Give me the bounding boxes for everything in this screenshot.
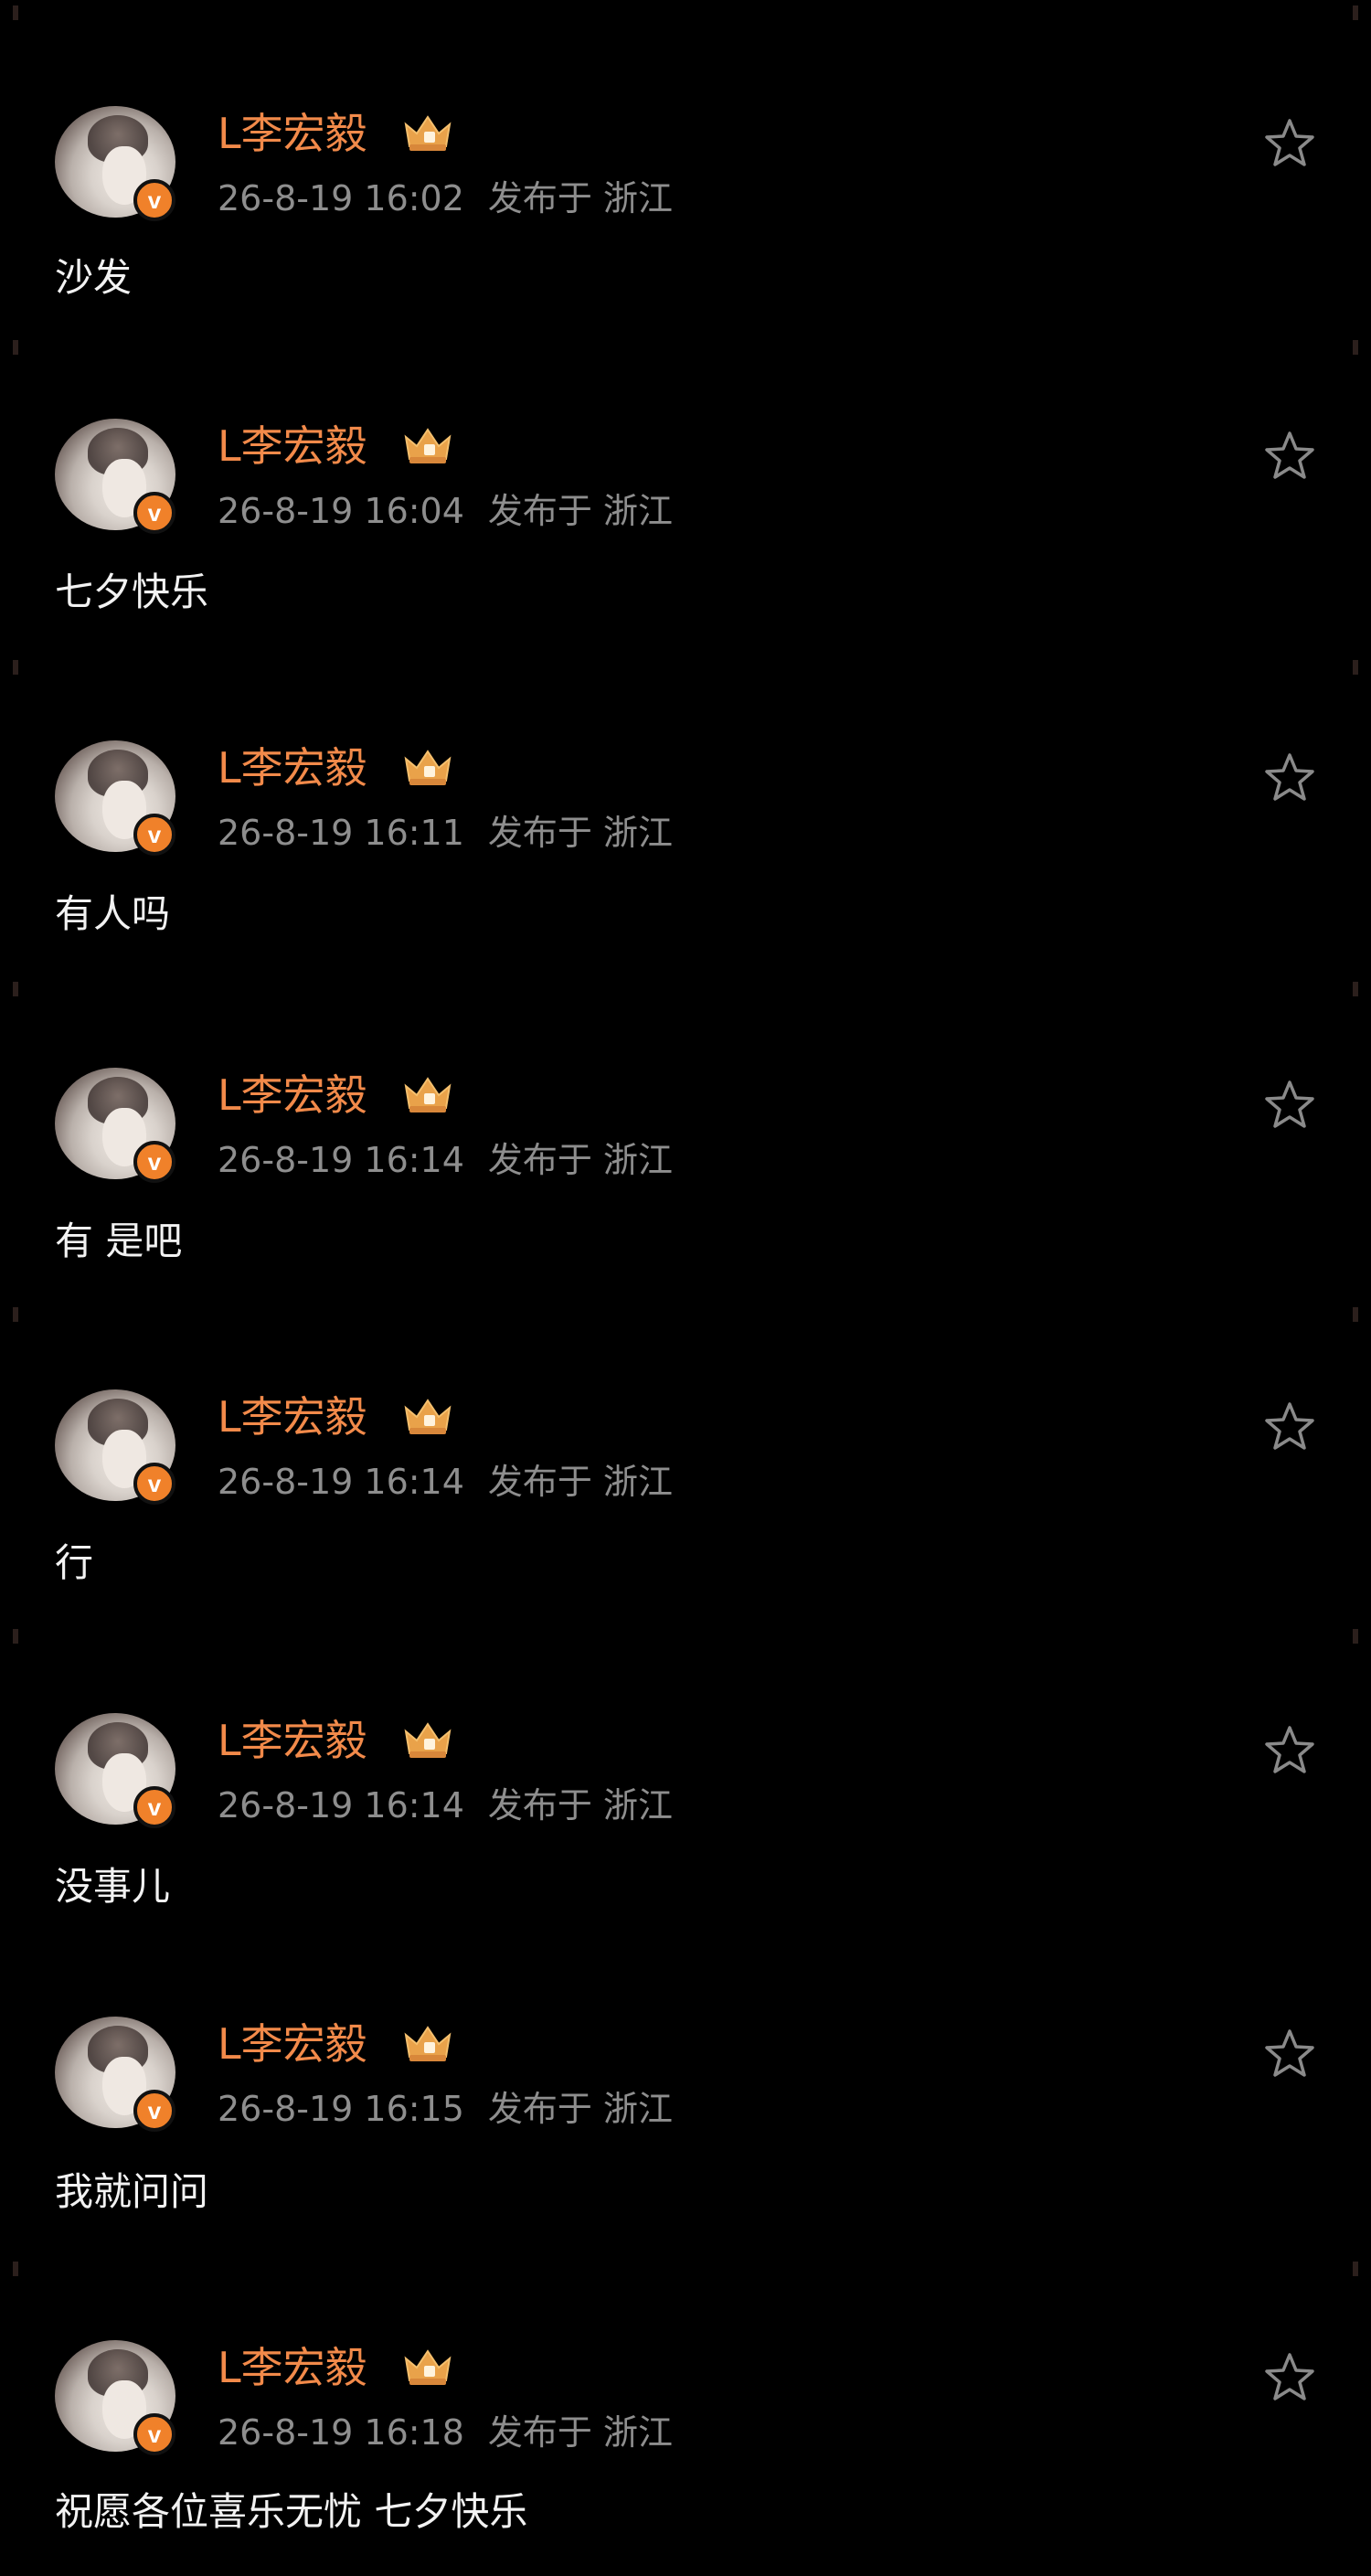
author-name[interactable]: L李宏毅 <box>218 742 367 793</box>
comment-meta: 26-8-19 16:14 发布于 浙江 <box>218 1461 673 1503</box>
author-name[interactable]: L李宏毅 <box>218 1391 367 1442</box>
verified-badge-icon: v <box>133 492 175 534</box>
timestamp: 26-8-19 16:14 <box>218 1462 464 1502</box>
timestamp: 26-8-19 16:14 <box>218 1785 464 1826</box>
crown-icon <box>404 750 452 785</box>
verified-badge-icon: v <box>133 1463 175 1505</box>
location: 发布于 浙江 <box>487 813 673 853</box>
comment-meta: 26-8-19 16:02 发布于 浙江 <box>218 177 673 219</box>
comment-feed: v L李宏毅 26-8-19 16:02 发布于 浙江 沙发 v L李宏毅 26-… <box>0 0 1371 2576</box>
star-icon[interactable] <box>1263 1400 1316 1452</box>
divider-corner-left <box>13 340 18 355</box>
author-name[interactable]: L李宏毅 <box>218 2342 367 2393</box>
comment-meta: 26-8-19 16:11 发布于 浙江 <box>218 812 673 854</box>
divider-corner-left <box>13 2262 18 2276</box>
divider-corner-right <box>1353 2262 1358 2276</box>
comment-item: v L李宏毅 26-8-19 16:14 发布于 浙江 有 是吧 <box>0 982 1371 1307</box>
timestamp: 26-8-19 16:18 <box>218 2412 464 2453</box>
divider-corner-right <box>1353 1307 1358 1322</box>
divider-corner-left <box>13 1629 18 1644</box>
comment-meta: 26-8-19 16:04 发布于 浙江 <box>218 490 673 532</box>
crown-icon <box>404 2349 452 2385</box>
location: 发布于 浙江 <box>487 491 673 531</box>
star-icon[interactable] <box>1263 117 1316 168</box>
star-icon[interactable] <box>1263 2028 1316 2079</box>
divider-corner-left <box>13 5 18 20</box>
crown-icon <box>404 1722 452 1758</box>
author-name[interactable]: L李宏毅 <box>218 1715 367 1766</box>
timestamp: 26-8-19 16:15 <box>218 2089 464 2129</box>
divider-corner-right <box>1353 340 1358 355</box>
divider-corner-right <box>1353 5 1358 20</box>
crown-icon <box>404 1077 452 1112</box>
location: 发布于 浙江 <box>487 1785 673 1826</box>
comment-text: 行 <box>55 1540 94 1585</box>
divider-corner-right <box>1353 660 1358 675</box>
crown-icon <box>404 428 452 463</box>
author-name[interactable]: L李宏毅 <box>218 2018 367 2070</box>
comment-item: v L李宏毅 26-8-19 16:14 发布于 浙江 行 <box>0 1307 1371 1629</box>
divider-corner-right <box>1353 982 1358 996</box>
comment-item: v L李宏毅 26-8-19 16:11 发布于 浙江 有人吗 <box>0 660 1371 982</box>
comment-item: v L李宏毅 26-8-19 16:02 发布于 浙江 沙发 <box>0 0 1371 347</box>
divider-corner-left <box>13 660 18 675</box>
location: 发布于 浙江 <box>487 1140 673 1180</box>
verified-badge-icon: v <box>133 179 175 221</box>
comment-text: 有人吗 <box>55 891 171 936</box>
divider-corner-left <box>13 982 18 996</box>
divider-corner-left <box>13 1307 18 1322</box>
comment-text: 祝愿各位喜乐无忧 七夕快乐 <box>55 2489 528 2534</box>
comment-text: 有 是吧 <box>55 1219 183 1263</box>
verified-badge-icon: v <box>133 1786 175 1828</box>
verified-badge-icon: v <box>133 2413 175 2455</box>
verified-badge-icon: v <box>133 2090 175 2132</box>
comment-text: 七夕快乐 <box>55 569 209 614</box>
timestamp: 26-8-19 16:11 <box>218 813 464 853</box>
timestamp: 26-8-19 16:04 <box>218 491 464 531</box>
comment-item: v L李宏毅 26-8-19 16:15 发布于 浙江 我就问问 <box>0 1951 1371 2262</box>
verified-badge-icon: v <box>133 1141 175 1183</box>
star-icon[interactable] <box>1263 1724 1316 1775</box>
comment-text: 沙发 <box>55 255 133 300</box>
comment-text: 我就问问 <box>55 2169 209 2214</box>
comment-item: v L李宏毅 26-8-19 16:14 发布于 浙江 没事儿 <box>0 1629 1371 1951</box>
comment-text: 没事儿 <box>55 1864 171 1909</box>
location: 发布于 浙江 <box>487 2089 673 2129</box>
verified-badge-icon: v <box>133 814 175 856</box>
comment-meta: 26-8-19 16:18 发布于 浙江 <box>218 2411 673 2454</box>
star-icon[interactable] <box>1263 1079 1316 1130</box>
location: 发布于 浙江 <box>487 1462 673 1502</box>
location: 发布于 浙江 <box>487 2412 673 2453</box>
crown-icon <box>404 1399 452 1434</box>
star-icon[interactable] <box>1263 2351 1316 2402</box>
timestamp: 26-8-19 16:14 <box>218 1140 464 1180</box>
comment-meta: 26-8-19 16:14 发布于 浙江 <box>218 1139 673 1181</box>
divider-corner-right <box>1353 1629 1358 1644</box>
crown-icon <box>404 115 452 151</box>
comment-item: v L李宏毅 26-8-19 16:04 发布于 浙江 七夕快乐 <box>0 340 1371 660</box>
timestamp: 26-8-19 16:02 <box>218 178 464 218</box>
author-name[interactable]: L李宏毅 <box>218 1070 367 1121</box>
location: 发布于 浙江 <box>487 178 673 218</box>
comment-item: v L李宏毅 26-8-19 16:18 发布于 浙江 祝愿各位喜乐无忧 七夕快乐 <box>0 2262 1371 2576</box>
comment-meta: 26-8-19 16:15 发布于 浙江 <box>218 2088 673 2130</box>
star-icon[interactable] <box>1263 430 1316 481</box>
author-name[interactable]: L李宏毅 <box>218 108 367 159</box>
crown-icon <box>404 2026 452 2061</box>
author-name[interactable]: L李宏毅 <box>218 420 367 472</box>
comment-meta: 26-8-19 16:14 发布于 浙江 <box>218 1784 673 1826</box>
star-icon[interactable] <box>1263 751 1316 803</box>
